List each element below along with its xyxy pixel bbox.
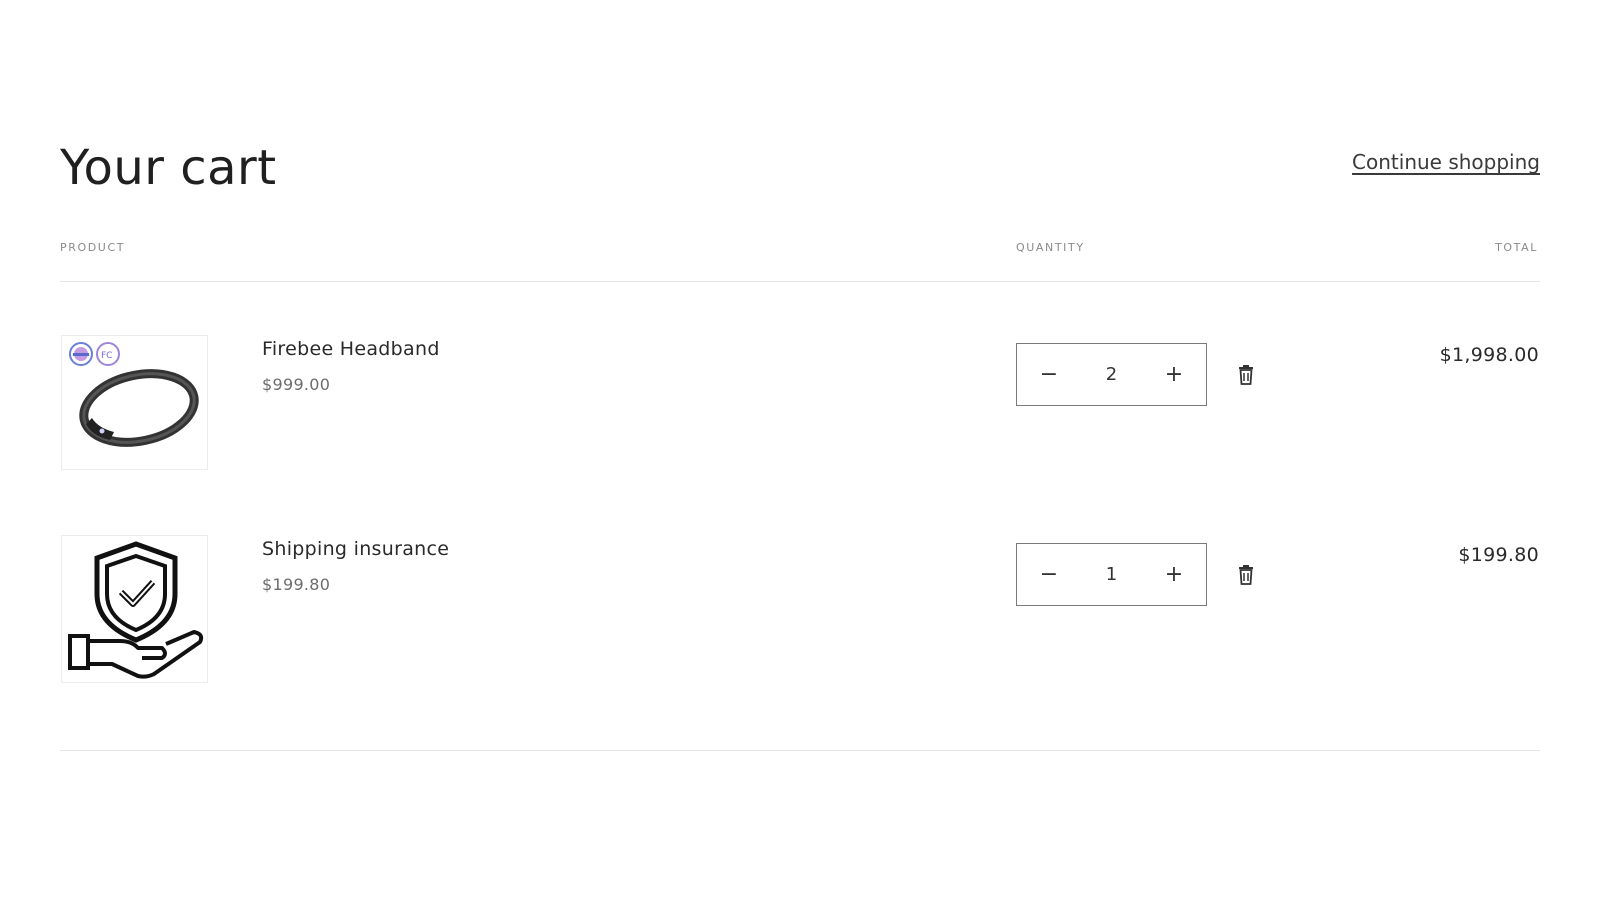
headband-product-image: FC bbox=[69, 342, 199, 447]
decrease-quantity-button[interactable]: − bbox=[1029, 355, 1069, 395]
remove-item-button[interactable] bbox=[1234, 563, 1258, 587]
product-name[interactable]: Firebee Headband bbox=[262, 338, 440, 360]
cart-header: Your cart Continue shopping bbox=[60, 138, 1540, 198]
product-thumbnail[interactable] bbox=[61, 535, 208, 683]
svg-text:FC: FC bbox=[101, 351, 112, 361]
product-thumbnail[interactable]: FC bbox=[61, 335, 208, 470]
quantity-input[interactable]: 1 bbox=[1087, 564, 1137, 585]
column-header-quantity: QUANTITY bbox=[1016, 241, 1085, 254]
cart-item-row: FC Firebee Headband $999.00 − 2 + $1,998 bbox=[60, 335, 1540, 471]
quantity-stepper: − 1 + bbox=[1016, 543, 1207, 606]
decrease-quantity-button[interactable]: − bbox=[1029, 555, 1069, 595]
shield-hand-icon bbox=[68, 541, 204, 679]
remove-item-button[interactable] bbox=[1234, 363, 1258, 387]
cart-page: Your cart Continue shopping PRODUCT QUAN… bbox=[0, 0, 1600, 900]
column-header-total: TOTAL bbox=[1495, 241, 1538, 254]
product-unit-price: $999.00 bbox=[262, 375, 331, 394]
trash-icon bbox=[1239, 565, 1253, 585]
cart-item-row: Shipping insurance $199.80 − 1 + $199.80 bbox=[60, 535, 1540, 685]
divider bbox=[60, 750, 1540, 751]
product-unit-price: $199.80 bbox=[262, 575, 331, 594]
continue-shopping-link[interactable]: Continue shopping bbox=[1352, 150, 1540, 174]
divider bbox=[60, 281, 1540, 282]
product-name[interactable]: Shipping insurance bbox=[262, 538, 449, 560]
trash-icon bbox=[1239, 365, 1253, 385]
line-total: $199.80 bbox=[1458, 544, 1539, 566]
line-total: $1,998.00 bbox=[1439, 344, 1539, 366]
increase-quantity-button[interactable]: + bbox=[1154, 355, 1194, 395]
page-title: Your cart bbox=[60, 140, 277, 196]
increase-quantity-button[interactable]: + bbox=[1154, 555, 1194, 595]
quantity-input[interactable]: 2 bbox=[1087, 364, 1137, 385]
quantity-stepper: − 2 + bbox=[1016, 343, 1207, 406]
column-header-product: PRODUCT bbox=[60, 241, 126, 254]
